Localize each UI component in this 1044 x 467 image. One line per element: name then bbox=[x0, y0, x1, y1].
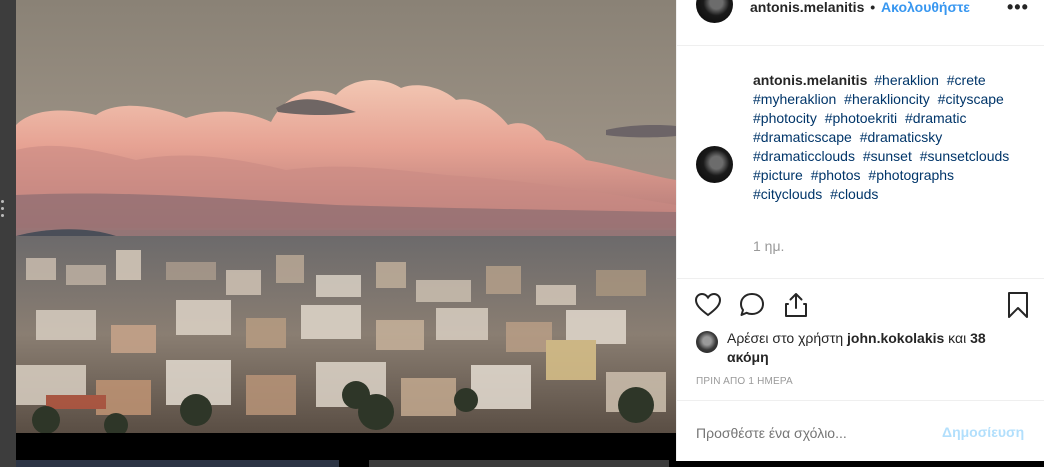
hashtag-link[interactable]: #sunsetclouds bbox=[920, 148, 1010, 164]
hashtag-link[interactable]: #dramaticscape bbox=[753, 129, 852, 145]
likes-suffix: και bbox=[948, 330, 967, 346]
share-icon[interactable] bbox=[782, 291, 810, 319]
comment-form: Δημοσίευση bbox=[677, 400, 1044, 461]
hashtag-link[interactable]: #photos bbox=[811, 167, 861, 183]
hashtag-link[interactable]: #myheraklion bbox=[753, 91, 836, 107]
hashtag-link[interactable]: #dramatic bbox=[905, 110, 966, 126]
post-timestamp[interactable]: ΠΡΙΝ ΑΠΟ 1 ΗΜΕΡΑ bbox=[696, 376, 793, 387]
caption-block: antonis.melanitis #heraklion #crete #myh… bbox=[677, 47, 1044, 279]
hashtag-link[interactable]: #clouds bbox=[830, 186, 878, 202]
hashtag-link[interactable]: #heraklioncity bbox=[844, 91, 930, 107]
heart-icon[interactable] bbox=[694, 291, 722, 319]
background-thumbnail bbox=[369, 460, 669, 467]
hashtag-link[interactable]: #cityscape bbox=[938, 91, 1004, 107]
comment-icon[interactable] bbox=[738, 291, 766, 319]
hashtag-link[interactable]: #photographs bbox=[868, 167, 954, 183]
post-actions-bar bbox=[677, 280, 1044, 328]
hashtag-link[interactable]: #picture bbox=[753, 167, 803, 183]
post-comment-button[interactable]: Δημοσίευση bbox=[942, 424, 1024, 440]
caption-author-link[interactable]: antonis.melanitis bbox=[753, 72, 867, 88]
more-options-icon[interactable]: ••• bbox=[1007, 0, 1029, 18]
carousel-dots bbox=[0, 196, 6, 228]
liker-avatar[interactable] bbox=[696, 331, 718, 353]
hashtag-link[interactable]: #dramaticsky bbox=[860, 129, 942, 145]
hashtag-link[interactable]: #dramaticclouds bbox=[753, 148, 855, 164]
post-details-panel: antonis.melanitis • Ακολουθήστε ••• anto… bbox=[676, 0, 1044, 461]
hashtag-link[interactable]: #crete bbox=[947, 72, 986, 88]
hashtag-link[interactable]: #photocity bbox=[753, 110, 817, 126]
hashtag-link[interactable]: #photoekriti bbox=[825, 110, 897, 126]
hashtag-link[interactable]: #sunset bbox=[863, 148, 912, 164]
caption-time[interactable]: 1 ημ. bbox=[753, 238, 784, 254]
caption-author-avatar[interactable] bbox=[696, 146, 733, 183]
likes-text: Αρέσει στο χρήστη john.kokolakis και 38 … bbox=[727, 329, 1027, 367]
header-username-line: antonis.melanitis • Ακολουθήστε bbox=[750, 0, 970, 15]
post-header: antonis.melanitis • Ακολουθήστε ••• bbox=[677, 0, 1044, 46]
caption-text: antonis.melanitis #heraklion #crete #myh… bbox=[753, 71, 1023, 204]
comment-input[interactable] bbox=[696, 425, 926, 441]
page-edge bbox=[0, 0, 16, 467]
liker-username-link[interactable]: john.kokolakis bbox=[847, 330, 944, 346]
background-thumbnail bbox=[16, 460, 339, 467]
follow-button[interactable]: Ακολουθήστε bbox=[881, 0, 970, 15]
bookmark-icon[interactable] bbox=[1004, 291, 1032, 319]
likes-prefix: Αρέσει στο χρήστη bbox=[727, 330, 844, 346]
hashtag-link[interactable]: #cityclouds bbox=[753, 186, 822, 202]
author-username-link[interactable]: antonis.melanitis bbox=[750, 0, 864, 15]
separator-dot: • bbox=[870, 0, 876, 15]
hashtag-link[interactable]: #heraklion bbox=[874, 72, 939, 88]
post-photo[interactable] bbox=[16, 0, 676, 433]
author-avatar[interactable] bbox=[696, 0, 733, 23]
